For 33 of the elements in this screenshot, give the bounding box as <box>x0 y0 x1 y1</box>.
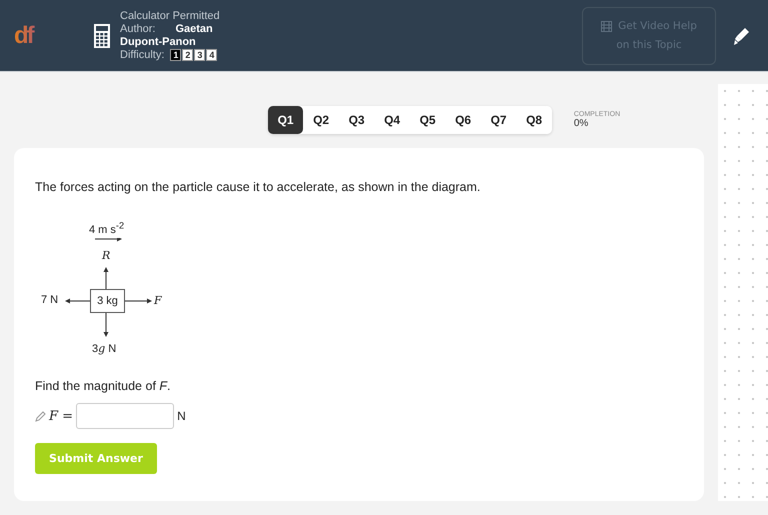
question-tab[interactable]: Q8 <box>516 106 552 134</box>
question-tab[interactable]: Q4 <box>374 106 410 134</box>
calculator-icon <box>94 24 110 48</box>
difficulty-level: 3 <box>194 48 206 60</box>
pencil-icon <box>35 411 46 422</box>
question-tab[interactable]: Q2 <box>303 106 339 134</box>
marker-icon[interactable] <box>734 26 750 44</box>
mass-block: 3 kg <box>90 289 125 313</box>
prompt-text: Find the magnitude of F. <box>35 379 172 393</box>
author-name: Gaetan <box>175 22 213 36</box>
author-label: Author: <box>120 22 156 36</box>
acceleration-label: 4 m s$^{-2}$ <box>89 220 124 236</box>
force-label: R <box>102 249 110 262</box>
question-tab[interactable]: Q7 <box>480 106 516 134</box>
unit-label: N <box>177 409 186 423</box>
question-tab[interactable]: Q1 <box>268 106 304 134</box>
question-text: The forces acting on the particle cause it to accelerate, as shown in the diagram. <box>35 180 482 194</box>
question-tab[interactable]: Q6 <box>445 106 481 134</box>
completion-value: 0% <box>574 118 590 129</box>
calculator-note: Calculator Permitted <box>120 10 220 22</box>
difficulty-level: 2 <box>182 48 194 60</box>
difficulty-level: 1 <box>170 48 182 60</box>
difficulty-label: Difficulty: <box>120 48 164 62</box>
question-tab[interactable]: Q3 <box>338 106 374 134</box>
answer-field[interactable] <box>76 403 174 429</box>
difficulty-level: 4 <box>206 48 218 60</box>
answer-label: F = <box>49 409 74 424</box>
force-label: 7 N <box>41 294 58 306</box>
force-label: F <box>154 294 162 307</box>
question-tab[interactable]: Q5 <box>410 106 446 134</box>
film-icon <box>601 20 612 32</box>
author-surname: Dupont-Panon <box>120 36 197 48</box>
force-label: 3g N <box>92 342 116 355</box>
